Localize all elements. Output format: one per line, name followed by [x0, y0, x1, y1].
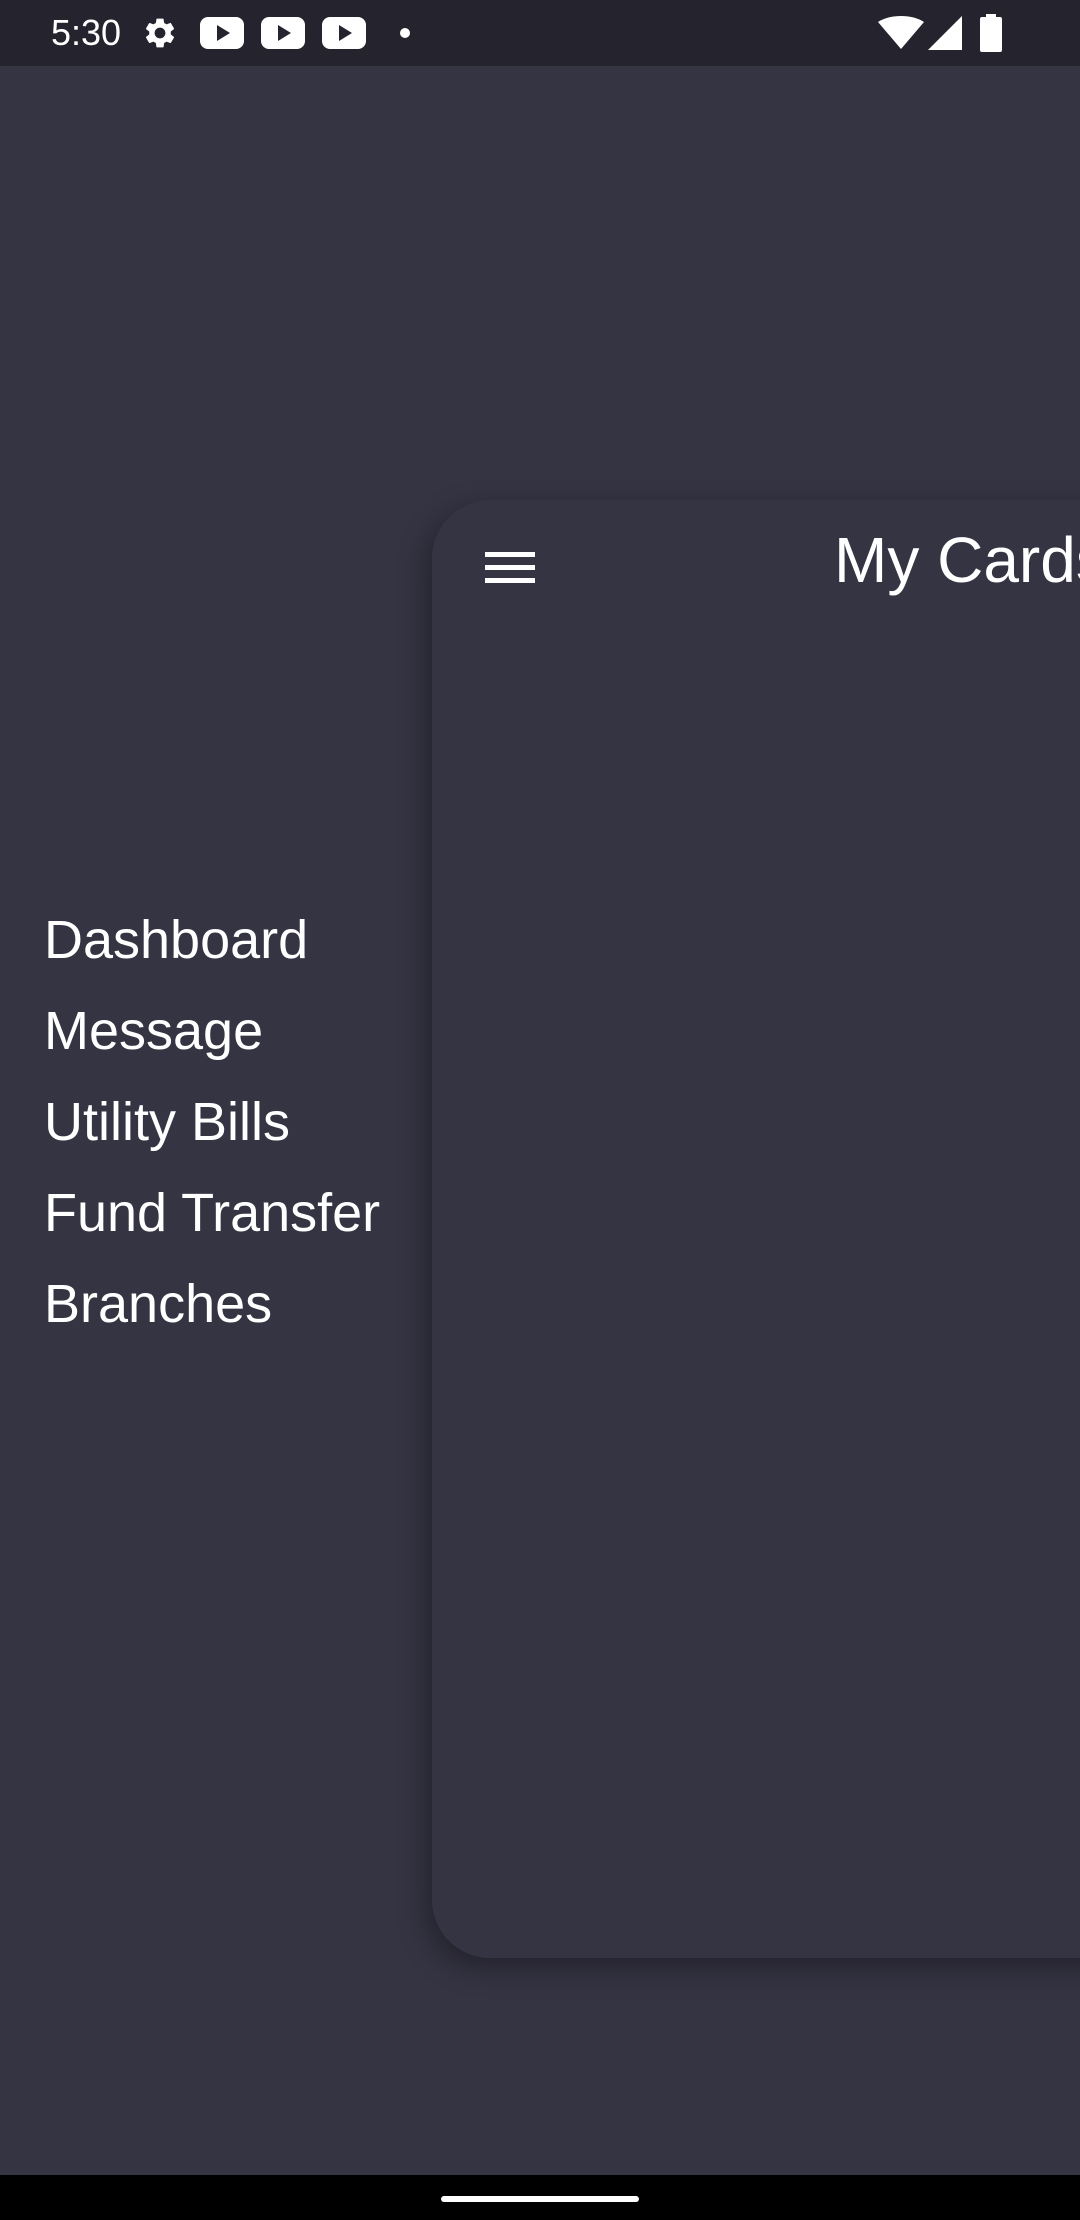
menu-toggle-button[interactable] [478, 538, 542, 602]
page-title: My Cards [834, 524, 1080, 596]
notification-dot-icon [399, 26, 411, 44]
menu-item-message[interactable]: Message [0, 986, 420, 1077]
youtube-icon [200, 17, 244, 54]
menu-item-utility-bills[interactable]: Utility Bills [0, 1077, 420, 1168]
wifi-icon [878, 16, 924, 55]
menu-item-branches[interactable]: Branches [0, 1259, 420, 1350]
youtube-icon [322, 17, 366, 54]
menu-item-dashboard[interactable]: Dashboard [0, 895, 420, 986]
battery-icon [980, 14, 1002, 57]
status-time: 5:30 [51, 12, 122, 53]
menu-item-fund-transfer[interactable]: Fund Transfer [0, 1168, 420, 1259]
settings-icon [142, 15, 178, 56]
youtube-icon [261, 17, 305, 54]
navigation-bar [0, 2175, 1080, 2220]
home-indicator[interactable] [441, 2196, 639, 2202]
cellular-signal-icon [928, 16, 962, 55]
side-menu: Dashboard Message Utility Bills Fund Tra… [0, 895, 420, 1350]
hamburger-menu-icon [483, 548, 537, 593]
status-bar: 5:30 [0, 0, 1080, 66]
main-content-card[interactable]: My Cards [432, 500, 1080, 1958]
